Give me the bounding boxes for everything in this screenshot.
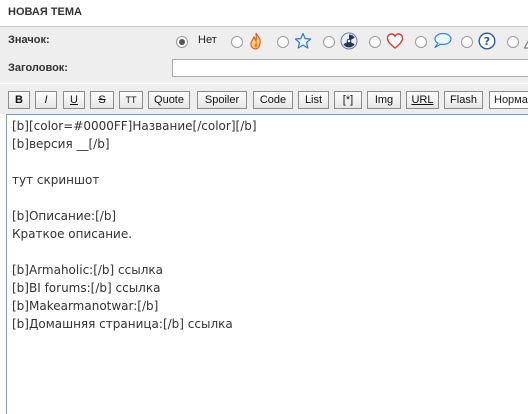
radio-star[interactable]: [277, 36, 289, 48]
editor-line: [b]BI forums:[/b] ссылка: [12, 281, 161, 295]
radio-heart[interactable]: [369, 36, 381, 48]
radio-fire[interactable]: [231, 36, 243, 48]
form-header: НОВАЯ ТЕМА: [0, 0, 528, 27]
radio-none[interactable]: [176, 36, 188, 48]
underline-button[interactable]: U: [63, 91, 85, 109]
editor-line: [b]Описание:[/b]: [12, 209, 117, 223]
spoiler-button[interactable]: Spoiler: [197, 91, 247, 109]
radiation-icon: [340, 32, 358, 50]
flash-button[interactable]: Flash: [444, 91, 483, 109]
icon-label: Значок:: [8, 34, 50, 46]
list-button[interactable]: List: [298, 91, 329, 109]
star-icon: [294, 32, 312, 49]
subject-input[interactable]: [172, 59, 528, 77]
subject-label: Заголовок:: [8, 62, 68, 74]
editor-line: [b][color=#0000FF]Название[/color][/b]: [12, 119, 257, 133]
teletype-button[interactable]: TT: [119, 91, 143, 109]
icon-row: Значок: Нет ?: [0, 27, 528, 56]
svg-text:?: ?: [484, 35, 490, 48]
form-title: НОВАЯ ТЕМА: [8, 6, 82, 18]
code-button[interactable]: Code: [253, 91, 293, 109]
radio-speech[interactable]: [415, 36, 427, 48]
url-button[interactable]: URL: [406, 91, 439, 109]
bbcode-toolbar: B I U S TT Quote Spoiler Code List [*] I…: [0, 84, 528, 114]
font-size-select[interactable]: Нормальный: [489, 91, 528, 109]
fire-icon: [250, 32, 261, 50]
img-button[interactable]: Img: [367, 91, 401, 109]
radio-warning[interactable]: [507, 36, 519, 48]
question-icon: ?: [478, 32, 496, 50]
subject-row: Заголовок:: [0, 55, 528, 84]
editor-line: [b]Armaholic:[/b] ссылка: [12, 263, 163, 277]
editor-line: тут скриншот: [12, 173, 100, 187]
editor-line: Краткое описание.: [12, 227, 133, 241]
bold-button[interactable]: B: [8, 91, 30, 109]
editor-line: [b]Домашняя страница:[/b] ссылка: [12, 317, 233, 331]
editor-line: [b]Makearmanotwar:[/b]: [12, 299, 159, 313]
warning-icon: [524, 40, 528, 49]
heart-icon: [386, 33, 404, 49]
italic-button[interactable]: I: [35, 91, 57, 109]
editor-line: [b]версия __[/b]: [12, 137, 110, 151]
quote-button[interactable]: Quote: [148, 91, 190, 109]
strike-button[interactable]: S: [90, 91, 114, 109]
radio-radiation[interactable]: [323, 36, 335, 48]
radio-question[interactable]: [461, 36, 473, 48]
message-editor[interactable]: [b][color=#0000FF]Название[/color][/b] […: [6, 114, 528, 414]
speech-bubble-icon: [434, 32, 452, 49]
list-item-button[interactable]: [*]: [334, 91, 362, 109]
icon-option-none-label: Нет: [198, 34, 217, 46]
